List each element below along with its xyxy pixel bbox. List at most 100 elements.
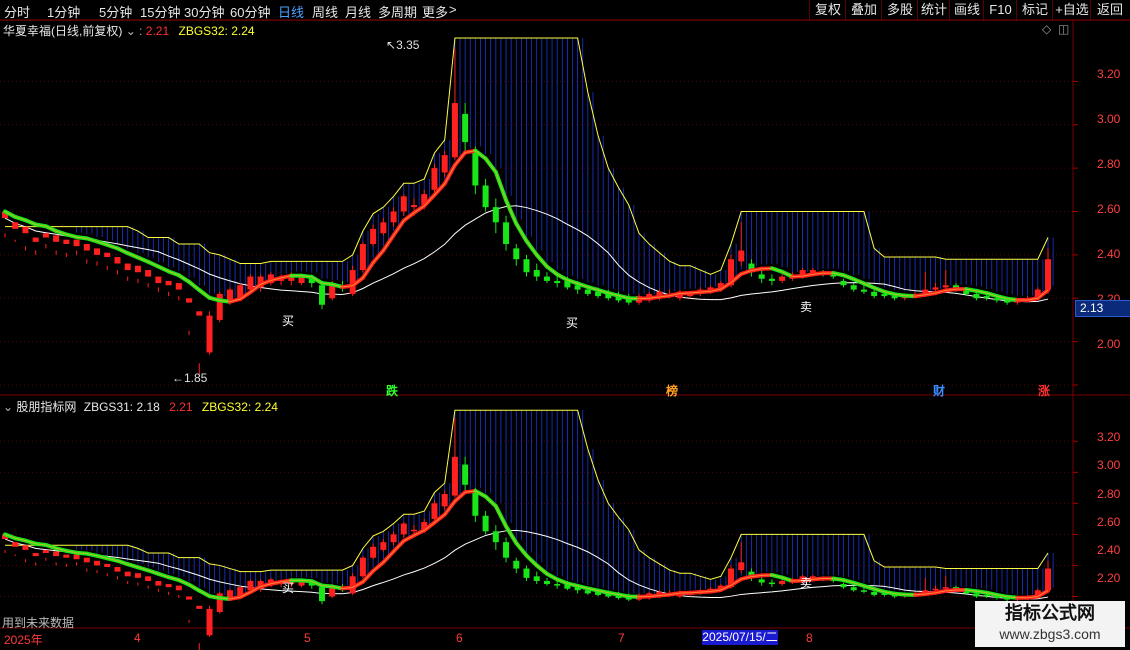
price-tick: 3.00 <box>1097 112 1121 126</box>
main-candle-body <box>482 185 489 208</box>
sub-candle-body <box>779 580 786 585</box>
future-data-note: 用到未来数据 <box>2 616 75 630</box>
main-panel-title: 华夏幸福(日线,前复权) ⌄ : 2.21 ZBGS32: 2.24 <box>3 22 255 39</box>
sub-indicator-name: 股朋指标网 <box>16 400 77 414</box>
dropdown-icon[interactable]: ⌄ <box>126 24 136 38</box>
kline-chart[interactable] <box>0 0 1130 650</box>
crosshair-date: 2025/07/15/二 <box>702 630 778 645</box>
sub-buy-signal: 卖 <box>800 576 813 590</box>
main-candle-body <box>114 257 121 264</box>
low-marker: ←1.85 <box>172 371 208 385</box>
sub-candle-body <box>73 554 80 560</box>
main-candle-body <box>145 270 152 277</box>
sub-candle-body <box>451 456 458 496</box>
watermark-title: 指标公式网 <box>1005 603 1095 623</box>
time-axis-month: 5 <box>304 631 311 645</box>
sub-candle-body <box>124 571 131 577</box>
sub-candle-body <box>175 585 182 591</box>
main-candle-body <box>584 289 591 294</box>
diamond-icon[interactable]: ◇ <box>1042 22 1051 36</box>
sub-candle-body <box>871 591 878 595</box>
sub-candle-body <box>104 563 111 567</box>
sub-candle-body <box>462 464 469 485</box>
main-candle-body <box>104 252 111 258</box>
main-candle-body <box>83 244 90 251</box>
sub-candle-body <box>32 553 39 557</box>
main-candle-body <box>554 280 561 284</box>
event-tag-fall[interactable]: 跌 <box>386 382 398 399</box>
main-candle-body <box>983 296 990 299</box>
main-candle-body <box>124 263 131 271</box>
main-candle-body <box>942 285 949 288</box>
main-candle-body <box>73 239 80 247</box>
main-candle-body <box>42 233 49 238</box>
sub-candle-body <box>482 515 489 532</box>
high-marker: ↖3.35 <box>386 38 420 52</box>
time-axis-month: 4 <box>134 631 141 645</box>
sub-candle-body <box>145 576 152 581</box>
main-candle-body <box>390 211 397 223</box>
sub-candle-body <box>196 605 203 609</box>
sub-candle-body <box>22 545 29 550</box>
event-tag-rise[interactable]: 涨 <box>1038 382 1050 399</box>
main-candle-body <box>860 289 867 292</box>
main-candle-body <box>318 285 325 305</box>
panel-toggle-icon[interactable]: ◫ <box>1058 22 1069 36</box>
main-candle-body <box>840 280 847 286</box>
sub-dropdown-icon[interactable]: ⌄ <box>3 400 13 414</box>
main-candle-body <box>523 259 530 273</box>
main-candle-body <box>462 113 469 143</box>
sub-candle-body <box>63 554 70 558</box>
main-candle-body <box>134 265 141 273</box>
zbgs31-value: 2.18 <box>136 400 160 414</box>
main-candle-body <box>12 222 19 229</box>
time-axis-year: 2025年 <box>4 633 43 647</box>
sub-candle-body <box>441 494 448 507</box>
sub-candle-body <box>768 582 775 585</box>
main-candle-body <box>380 222 387 234</box>
sub-candle-body <box>94 560 101 566</box>
price-tick: 2.00 <box>1097 337 1121 351</box>
main-candle-body <box>175 283 182 290</box>
main-candle-body <box>53 235 60 242</box>
main-candle-body <box>513 248 520 260</box>
sub-candle-body <box>165 584 172 588</box>
sub-buy-signal: 买 <box>282 581 295 595</box>
sub-price-tick: 2.60 <box>1097 515 1121 529</box>
main-candle-body <box>472 150 479 186</box>
sub-price-tick: 2.80 <box>1097 487 1121 501</box>
sub-candle-body <box>411 529 418 532</box>
sub-candle-body <box>380 542 387 550</box>
main-candle-body <box>543 276 550 281</box>
main-candle-body <box>206 315 213 353</box>
sub-candle-body <box>973 593 980 597</box>
main-candle-body <box>411 204 418 208</box>
sub-candle-body <box>53 551 60 557</box>
main-candle-body <box>768 278 775 281</box>
sub-candle-body <box>860 590 867 592</box>
event-tag-finance[interactable]: 财 <box>933 382 945 399</box>
time-axis-month: 6 <box>456 631 463 645</box>
sub-candle-body <box>12 542 19 547</box>
sub-candle-body <box>134 573 141 578</box>
sub-candle-body <box>492 531 499 543</box>
main-candle-body <box>155 276 162 284</box>
sub-candle-body <box>523 568 530 578</box>
price-tick: 2.80 <box>1097 157 1121 171</box>
main-candle-body <box>370 228 377 245</box>
price-tick: 2.40 <box>1097 247 1121 261</box>
main-candle-body <box>216 293 223 320</box>
sub-price-tick: 2.20 <box>1097 571 1121 585</box>
sub-candle-body <box>400 523 407 535</box>
zbgs32-label: ZBGS32: <box>178 24 228 38</box>
main-candle-body <box>165 280 172 286</box>
sub-candle-body <box>155 580 162 586</box>
main-candle-body <box>779 276 786 281</box>
event-tag-list[interactable]: 榜 <box>666 382 678 399</box>
sub-candle-body <box>513 560 520 569</box>
sub-candle-body <box>932 588 939 591</box>
watermark[interactable]: 指标公式网 www.zbgs3.com <box>975 601 1125 647</box>
sub-candle-body <box>554 584 561 586</box>
sub-candle-body <box>1045 568 1051 591</box>
sub-candle-body <box>114 566 121 572</box>
